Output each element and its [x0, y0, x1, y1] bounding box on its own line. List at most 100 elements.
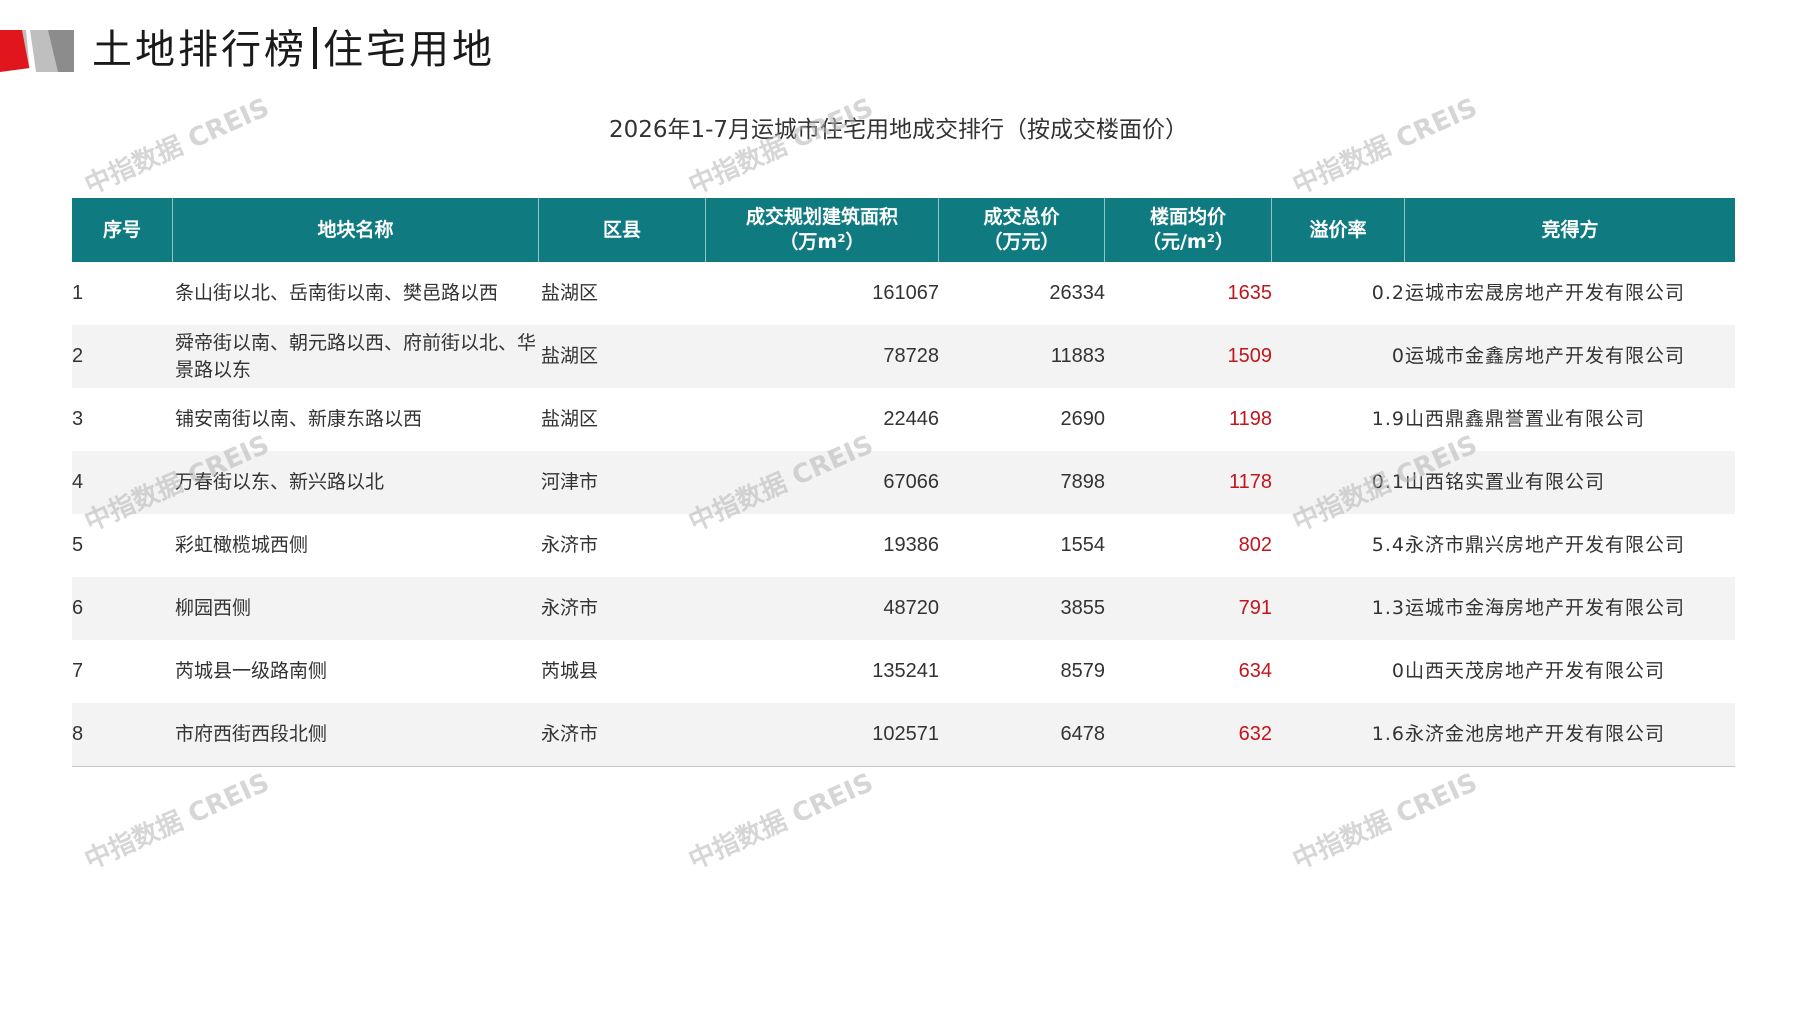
column-header-name: 地块名称 [173, 198, 539, 262]
cell-premium-rate: 0 [1391, 345, 1405, 367]
cell-winner: 永济市鼎兴房地产开发有限公司 [1405, 534, 1686, 556]
page-title: 土地排行榜 住宅用地 [92, 22, 495, 78]
column-header-label: 地块名称 [317, 218, 394, 241]
cell-district: 永济市 [541, 723, 599, 745]
cell-index: 8 [72, 723, 84, 745]
page-title-left: 土地排行榜 [92, 27, 307, 73]
cell-district: 河津市 [541, 471, 599, 493]
watermark-text: 中指数据 CREIS [684, 767, 878, 876]
cell-district: 盐湖区 [541, 345, 599, 367]
column-header-label: 区县 [602, 218, 641, 241]
cell-floor-price: 791 [1238, 597, 1272, 619]
cell-index: 4 [72, 471, 84, 493]
cell-premium-rate: 0.1 [1371, 471, 1405, 493]
cell-premium-rate: 1.6 [1371, 723, 1405, 745]
cell-premium-rate: 1.9 [1371, 408, 1405, 430]
cell-area: 67066 [883, 471, 939, 493]
cell-floor-price: 802 [1238, 534, 1272, 556]
page-title-right: 住宅用地 [323, 27, 495, 73]
cell-total-price: 26334 [1049, 282, 1105, 304]
cell-district: 盐湖区 [541, 282, 599, 304]
cell-area: 161067 [872, 282, 939, 304]
column-header-district: 区县 [539, 198, 706, 262]
table-caption: 2026年1-7月运城市住宅用地成交排行（按成交楼面价） [608, 117, 1189, 143]
cell-total-price: 1554 [1060, 534, 1106, 556]
cell-total-price: 2690 [1060, 408, 1106, 430]
cell-land-name: 条山街以北、岳南街以南、樊邑路以西 [175, 282, 499, 304]
table-row: 2 舜帝街以南、朝元路以西、府前街以北、华景路以东 盐湖区 78728 11883 150… [72, 325, 1735, 388]
cell-area: 78728 [883, 345, 939, 367]
watermark-text: 中指数据 CREIS [80, 767, 274, 876]
table-row: 5 彩虹橄榄城西侧 永济市 19386 1554 802 5.4 永济市鼎兴房地产开发有限公司 [72, 514, 1735, 577]
column-header-label: 序号 [102, 218, 141, 241]
column-header-label: 楼面均价 （元/m²） [1141, 206, 1235, 253]
cell-floor-price: 1509 [1227, 345, 1273, 367]
column-header-price: 楼面均价 （元/m²） [1105, 198, 1272, 262]
cell-floor-price: 1178 [1228, 471, 1272, 493]
brand-logo-icon [0, 30, 74, 72]
cell-floor-price: 632 [1238, 723, 1272, 745]
cell-district: 永济市 [541, 534, 599, 556]
cell-area: 135241 [872, 660, 939, 682]
cell-winner: 山西鼎鑫鼎誉置业有限公司 [1405, 408, 1646, 430]
cell-area: 48720 [883, 597, 939, 619]
cell-index: 6 [72, 597, 84, 619]
cell-premium-rate: 1.3 [1371, 597, 1405, 619]
cell-total-price: 8579 [1060, 660, 1106, 682]
column-header-label: 成交总价 （万元） [983, 206, 1060, 253]
cell-district: 永济市 [541, 597, 599, 619]
page: 土地排行榜 住宅用地 2026年1-7月运城市住宅用地成交排行（按成交楼面价） 序… [0, 0, 1797, 1010]
cell-total-price: 3855 [1060, 597, 1106, 619]
cell-district: 盐湖区 [541, 408, 599, 430]
cell-index: 7 [72, 660, 84, 682]
title-separator [313, 27, 317, 69]
column-header-winner: 竞得方 [1405, 198, 1735, 262]
column-header-rate: 溢价率 [1272, 198, 1405, 262]
cell-land-name: 芮城县一级路南侧 [175, 660, 328, 682]
cell-winner: 运城市金海房地产开发有限公司 [1405, 597, 1686, 619]
column-header-index: 序号 [72, 198, 173, 262]
cell-floor-price: 1635 [1227, 282, 1273, 304]
cell-index: 2 [72, 345, 84, 367]
table-row: 1 条山街以北、岳南街以南、樊邑路以西 盐湖区 161067 26334 1635 0.2 运… [72, 262, 1735, 325]
cell-winner: 永济金池房地产开发有限公司 [1405, 723, 1666, 745]
column-header-label: 竞得方 [1541, 218, 1599, 241]
cell-winner: 山西铭实置业有限公司 [1405, 471, 1606, 493]
cell-land-name: 市府西街西段北侧 [175, 723, 328, 745]
column-header-label: 成交规划建筑面积 （万m²） [745, 206, 898, 253]
cell-land-name: 铺安南街以南、新康东路以西 [175, 408, 423, 430]
cell-premium-rate: 0 [1391, 660, 1405, 682]
column-header-label: 溢价率 [1309, 218, 1367, 241]
cell-winner: 运城市金鑫房地产开发有限公司 [1405, 345, 1686, 367]
cell-index: 5 [72, 534, 84, 556]
cell-land-name: 舜帝街以南、朝元路以西、府前街以北、华景路以东 [175, 331, 537, 381]
table-row: 7 芮城县一级路南侧 芮城县 135241 8579 634 0 山西天茂房地产开发有限公司 [72, 640, 1735, 703]
cell-total-price: 6478 [1060, 723, 1106, 745]
table-row: 4 万春街以东、新兴路以北 河津市 67066 7898 1178 0.1 山西铭实置业有限公… [72, 451, 1735, 514]
cell-winner: 运城市宏晟房地产开发有限公司 [1405, 282, 1686, 304]
cell-premium-rate: 0.2 [1371, 282, 1405, 304]
cell-land-name: 彩虹橄榄城西侧 [175, 534, 309, 556]
cell-premium-rate: 5.4 [1371, 534, 1405, 556]
cell-area: 22446 [883, 408, 939, 430]
cell-total-price: 7898 [1060, 471, 1106, 493]
cell-winner: 山西天茂房地产开发有限公司 [1405, 660, 1666, 682]
cell-floor-price: 634 [1238, 660, 1272, 682]
column-header-area: 成交规划建筑面积 （万m²） [706, 198, 939, 262]
ranking-table: 序号 地块名称 区县 成交规划建筑面积 （万m²） 成交总价 （万元） 楼面均价 （元… [72, 198, 1735, 767]
cell-area: 102571 [872, 723, 939, 745]
cell-index: 3 [72, 408, 84, 430]
table-row: 6 柳园西侧 永济市 48720 3855 791 1.3 运城市金海房地产开发有限公司 [72, 577, 1735, 640]
table-row: 8 市府西街西段北侧 永济市 102571 6478 632 1.6 永济金池房地产开发有限公… [72, 703, 1735, 766]
watermark-text: 中指数据 CREIS [1288, 767, 1482, 876]
cell-floor-price: 1198 [1228, 408, 1272, 430]
column-header-total: 成交总价 （万元） [939, 198, 1105, 262]
cell-area: 19386 [883, 534, 939, 556]
cell-land-name: 万春街以东、新兴路以北 [175, 471, 385, 493]
cell-land-name: 柳园西侧 [175, 597, 252, 619]
table-row: 3 铺安南街以南、新康东路以西 盐湖区 22446 2690 1198 1.9 山西鼎鑫鼎誉置… [72, 388, 1735, 451]
table-header-row: 序号 地块名称 区县 成交规划建筑面积 （万m²） 成交总价 （万元） 楼面均价 （元… [72, 198, 1735, 262]
cell-total-price: 11883 [1050, 345, 1105, 367]
table-body: 1 条山街以北、岳南街以南、樊邑路以西 盐湖区 161067 26334 1635 0.2 运… [72, 262, 1735, 766]
cell-index: 1 [72, 282, 84, 304]
